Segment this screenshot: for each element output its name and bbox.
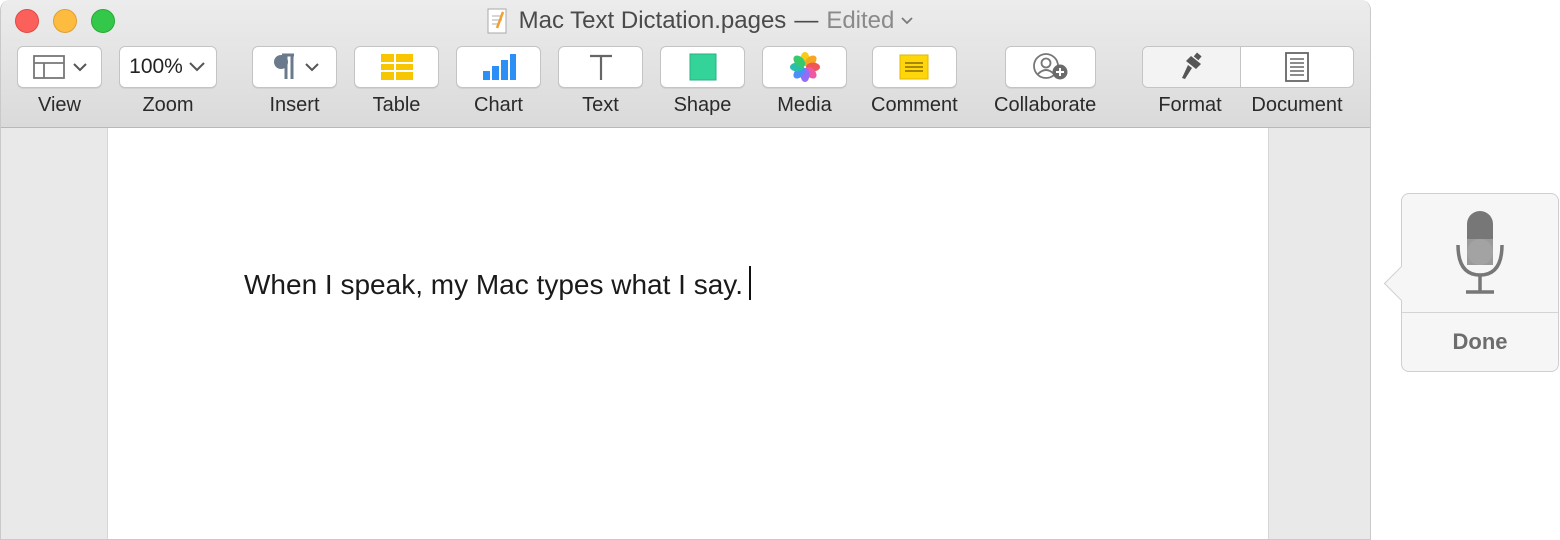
zoom-tool[interactable]: 100% Zoom <box>119 46 217 117</box>
document-icon <box>1285 52 1309 82</box>
table-tool[interactable]: Table <box>354 46 439 117</box>
format-label: Format <box>1158 94 1222 116</box>
document-button[interactable] <box>1241 47 1353 87</box>
table-label: Table <box>372 94 421 116</box>
pilcrow-icon <box>273 53 319 79</box>
insert-tool[interactable]: Insert <box>252 46 337 117</box>
comment-label: Comment <box>871 94 958 116</box>
add-person-icon <box>1032 53 1068 80</box>
chart-button[interactable] <box>456 46 541 88</box>
document-page[interactable]: When I speak, my Mac types what I say. <box>107 128 1269 539</box>
text-button[interactable] <box>558 46 643 88</box>
zoom-button[interactable]: 100% <box>119 46 217 88</box>
view-label: View <box>38 94 81 116</box>
table-button[interactable] <box>354 46 439 88</box>
microphone-icon <box>1456 211 1504 294</box>
document-canvas: When I speak, my Mac types what I say. <box>1 128 1370 539</box>
dictation-mic-area <box>1402 194 1558 312</box>
shape-button[interactable] <box>660 46 745 88</box>
edited-status: Edited <box>826 7 895 34</box>
sticky-note-icon <box>899 54 929 80</box>
text-box-icon <box>589 54 612 80</box>
view-button[interactable] <box>17 46 102 88</box>
paintbrush-icon <box>1181 52 1202 79</box>
insert-button[interactable] <box>252 46 337 88</box>
chart-label: Chart <box>474 94 523 116</box>
media-tool[interactable]: Media <box>762 46 847 117</box>
shape-tool[interactable]: Shape <box>660 46 745 117</box>
document-body-text[interactable]: When I speak, my Mac types what I say. <box>244 266 751 301</box>
format-button[interactable] <box>1143 47 1241 87</box>
document-filename: Mac Text Dictation.pages <box>518 7 787 34</box>
collaborate-button[interactable] <box>1005 46 1097 88</box>
title-bar: Mac Text Dictation.pages — Edited View 1… <box>1 0 1370 128</box>
title-separator: — <box>794 7 819 34</box>
square-shape-icon <box>689 53 716 81</box>
pages-window: Mac Text Dictation.pages — Edited View 1… <box>0 0 1371 540</box>
sidebar-view-icon <box>32 55 87 79</box>
text-label: Text <box>582 94 619 116</box>
chart-tool[interactable]: Chart <box>456 46 541 117</box>
table-icon <box>380 54 413 80</box>
zoom-label: Zoom <box>142 94 194 116</box>
inspector-segmented-control <box>1142 46 1354 88</box>
media-label: Media <box>777 94 832 116</box>
document-label: Document <box>1251 94 1343 116</box>
shape-label: Shape <box>673 94 732 116</box>
chevron-down-icon <box>901 17 914 25</box>
zoom-value: 100% <box>129 55 183 78</box>
comment-tool[interactable]: Comment <box>871 46 958 117</box>
bar-chart-icon <box>482 54 516 80</box>
dictated-sentence: When I speak, my Mac types what I say. <box>244 269 743 300</box>
collaborate-tool[interactable]: Collaborate <box>994 46 1096 117</box>
dictation-popover: Done <box>1383 193 1559 372</box>
chevron-down-icon <box>189 62 205 72</box>
text-tool[interactable]: Text <box>558 46 643 117</box>
insert-label: Insert <box>269 94 320 116</box>
view-tool[interactable]: View <box>17 46 102 117</box>
collaborate-label: Collaborate <box>994 94 1097 116</box>
text-cursor <box>749 266 751 300</box>
photos-flower-icon <box>789 52 820 82</box>
done-button[interactable]: Done <box>1402 313 1558 371</box>
comment-button[interactable] <box>871 46 957 88</box>
pages-document-icon <box>487 8 507 34</box>
window-title[interactable]: Mac Text Dictation.pages — Edited <box>1 5 1370 37</box>
media-button[interactable] <box>762 46 847 88</box>
